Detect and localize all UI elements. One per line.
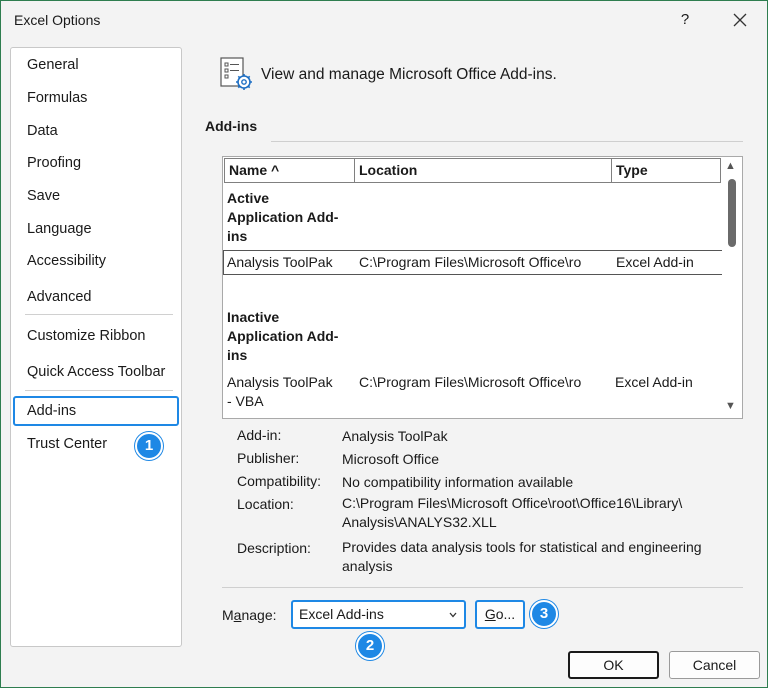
go-button[interactable]: Go... (475, 600, 525, 629)
cancel-button[interactable]: Cancel (669, 651, 760, 679)
scroll-thumb[interactable] (728, 179, 736, 247)
column-header-name[interactable]: Name ^ (224, 158, 355, 183)
detail-value-description: Provides data analysis tools for statist… (342, 539, 702, 574)
detail-label-publisher: Publisher: (237, 450, 300, 466)
sidebar-item-data[interactable]: Data (13, 116, 179, 146)
sidebar-item-customize-ribbon[interactable]: Customize Ribbon (13, 321, 179, 351)
table-row[interactable]: Analysis ToolPak - VBA C:\Program Files\… (223, 371, 723, 411)
cell-type: Excel Add-in (615, 374, 693, 390)
sidebar-item-save[interactable]: Save (13, 181, 179, 211)
section-title-add-ins: Add-ins (205, 118, 258, 134)
cell-name: Analysis ToolPak (227, 254, 333, 270)
section-divider (271, 141, 743, 142)
sidebar-item-accessibility[interactable]: Accessibility (13, 246, 179, 276)
column-header-location[interactable]: Location (354, 158, 612, 183)
settings-list-icon (220, 57, 256, 93)
detail-label-addin: Add-in: (237, 427, 282, 443)
table-header: Name ^ Location Type (223, 157, 721, 184)
sidebar-item-language[interactable]: Language (13, 214, 179, 244)
group-label-active: Active Application Add- ins (227, 190, 339, 244)
dialog-title: Excel Options (14, 12, 101, 28)
sidebar-nav: General Formulas Data Proofing Save Lang… (10, 47, 182, 647)
scroll-up-arrow-icon[interactable]: ▲ (725, 160, 736, 172)
table-scrollbar[interactable]: ▲ ▼ (722, 157, 742, 418)
close-icon (733, 13, 747, 27)
detail-label-location: Location: (237, 496, 294, 512)
sidebar-item-proofing[interactable]: Proofing (13, 148, 179, 178)
sidebar-item-quick-access-toolbar[interactable]: Quick Access Toolbar (13, 357, 179, 387)
cell-location: C:\Program Files\Microsoft Office\ro (359, 254, 582, 270)
cell-name: Analysis ToolPak - VBA (227, 374, 333, 409)
cell-location: C:\Program Files\Microsoft Office\ro (359, 374, 582, 390)
close-button[interactable] (728, 7, 752, 33)
scroll-down-arrow-icon[interactable]: ▼ (725, 400, 736, 412)
detail-label-compatibility: Compatibility: (237, 473, 322, 489)
step-badge-2: 2 (356, 632, 384, 660)
sidebar-item-formulas[interactable]: Formulas (13, 83, 179, 113)
chevron-down-icon (448, 602, 458, 630)
manage-divider (222, 587, 743, 588)
step-badge-3: 3 (530, 600, 558, 628)
group-label-inactive: Inactive Application Add- ins (227, 309, 339, 363)
sidebar-divider (25, 314, 173, 315)
sidebar-item-add-ins[interactable]: Add-ins (13, 396, 179, 426)
ok-button[interactable]: OK (568, 651, 659, 679)
detail-value-publisher: Microsoft Office (342, 451, 439, 467)
sidebar-item-advanced[interactable]: Advanced (13, 282, 179, 312)
step-badge-1: 1 (135, 432, 163, 460)
title-bar: Excel Options ? (1, 1, 767, 41)
table-row[interactable]: Analysis ToolPak C:\Program Files\Micros… (223, 250, 723, 275)
help-button[interactable]: ? (673, 7, 697, 33)
excel-options-dialog: Excel Options ? General Formulas Data Pr… (0, 0, 768, 688)
cell-type: Excel Add-in (616, 254, 694, 270)
detail-value-location: C:\Program Files\Microsoft Office\root\O… (342, 495, 683, 530)
detail-label-description: Description: (237, 540, 311, 556)
manage-label: Manage: (222, 607, 277, 623)
sidebar-item-general[interactable]: General (13, 50, 179, 80)
detail-value-addin: Analysis ToolPak (342, 428, 448, 444)
detail-value-compatibility: No compatibility information available (342, 474, 574, 490)
column-header-type[interactable]: Type (611, 158, 721, 183)
manage-dropdown-value: Excel Add-ins (299, 606, 384, 622)
add-ins-table[interactable]: Name ^ Location Type Active Application … (222, 156, 743, 419)
manage-dropdown[interactable]: Excel Add-ins (291, 600, 466, 629)
page-header: View and manage Microsoft Office Add-ins… (261, 66, 557, 83)
sidebar-divider (25, 390, 173, 391)
